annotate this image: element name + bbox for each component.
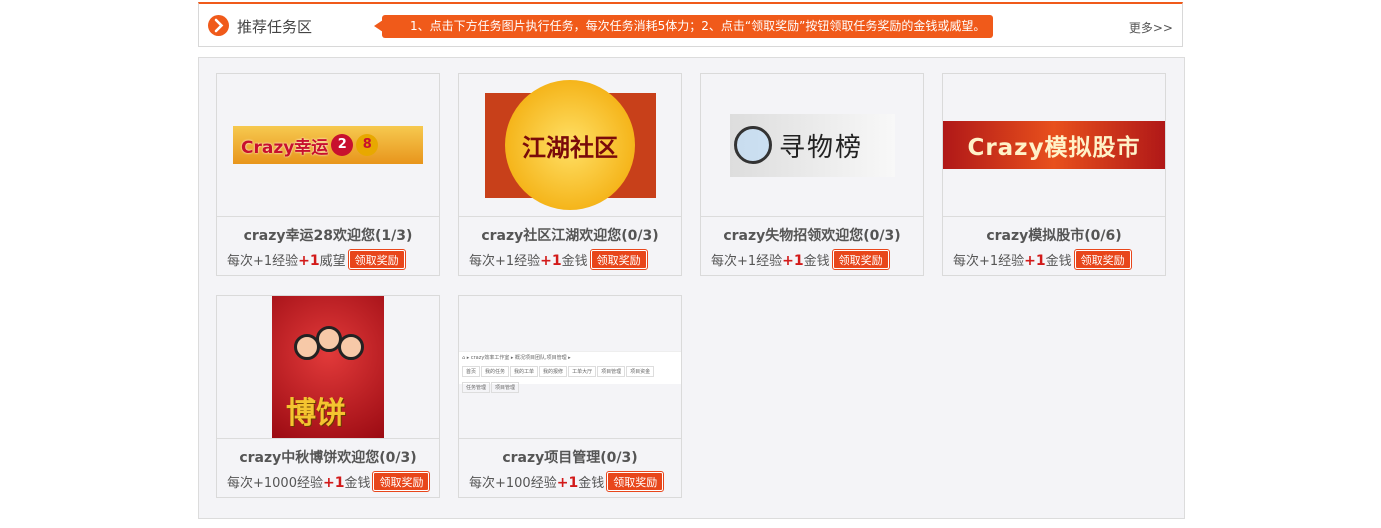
- task-card[interactable]: 博饼 crazy中秋博饼欢迎您(0/3) 每次+1000经验+1金钱 领取奖励: [216, 295, 440, 498]
- thumb-tab: 项目管理: [491, 381, 520, 393]
- reward-bonus: +1: [540, 253, 562, 269]
- task-reward: 每次+1经验+1金钱 领取奖励: [711, 249, 890, 270]
- reward-prefix: 每次+1经验: [711, 254, 783, 269]
- task-reward: 每次+100经验+1金钱 领取奖励: [469, 471, 665, 492]
- thumb-tab: 任务管理: [462, 381, 491, 393]
- mid-autumn-banner: 博饼: [272, 296, 384, 438]
- task-name: crazy项目管理(0/3): [502, 450, 638, 466]
- ball-icon: 2: [331, 134, 354, 156]
- task-reward: 每次+1000经验+1金钱 领取奖励: [227, 471, 431, 492]
- reward-bonus: +1: [1024, 253, 1046, 269]
- reward-unit: 威望: [319, 254, 346, 269]
- reward-bonus: +1: [298, 253, 320, 269]
- thumb-tab: 我的任务: [481, 365, 510, 377]
- reward-bonus: +1: [556, 475, 579, 491]
- banner-text: Crazy幸运: [241, 137, 329, 158]
- task-card[interactable]: ⌂ ▸ crazy效率工作室 ▸ 概况项目团队,项目管理 ▸ 首页 我的任务 我的工…: [458, 295, 682, 498]
- claim-reward-button[interactable]: 领取奖励: [372, 471, 431, 492]
- task-reward: 每次+1经验+1金钱 领取奖励: [953, 249, 1132, 270]
- lost-found-banner: 寻物榜: [729, 113, 895, 177]
- task-name: crazy幸运28欢迎您(1/3): [243, 228, 413, 244]
- banner-text: Crazy模拟股市: [967, 135, 1141, 161]
- reward-unit: 金钱: [561, 254, 588, 269]
- task-name: crazy失物招领欢迎您(0/3): [723, 228, 901, 244]
- task-reward: 每次+1经验+1金钱 领取奖励: [469, 249, 648, 270]
- task-card[interactable]: 寻物榜 crazy失物招领欢迎您(0/3) 每次+1经验+1金钱 领取奖励: [700, 73, 924, 276]
- recommended-tasks-header: 推荐任务区 1、点击下方任务图片执行任务，每次任务消耗5体力；2、点击“领取奖励…: [198, 2, 1183, 47]
- task-reward: 每次+1经验+1威望 领取奖励: [227, 249, 406, 270]
- task-name: crazy中秋博饼欢迎您(0/3): [239, 450, 417, 466]
- reward-unit: 金钱: [803, 254, 830, 269]
- reward-unit: 金钱: [344, 476, 371, 491]
- thumb-tab: 我的报修: [539, 365, 568, 377]
- jianghu-banner: 江湖社区: [484, 80, 656, 210]
- magnifier-icon: [733, 125, 772, 164]
- claim-reward-button[interactable]: 领取奖励: [606, 471, 665, 492]
- reward-prefix: 每次+1000经验: [227, 476, 323, 491]
- task-image[interactable]: Crazy模拟股市: [943, 74, 1165, 217]
- thumb-breadcrumb: ⌂ ▸ crazy效率工作室 ▸ 概况项目团队,项目管理 ▸: [462, 354, 571, 361]
- task-image[interactable]: Crazy幸运 2 8: [217, 74, 439, 217]
- reward-prefix: 每次+1经验: [469, 254, 541, 269]
- claim-reward-button[interactable]: 领取奖励: [347, 249, 406, 270]
- stock-market-banner: Crazy模拟股市: [943, 121, 1165, 169]
- cartoon-face-icon: [338, 333, 364, 360]
- task-card[interactable]: 江湖社区 crazy社区江湖欢迎您(0/3) 每次+1经验+1金钱 领取奖励: [458, 73, 682, 276]
- task-card[interactable]: Crazy幸运 2 8 crazy幸运28欢迎您(1/3) 每次+1经验+1威望…: [216, 73, 440, 276]
- claim-reward-button[interactable]: 领取奖励: [1073, 249, 1132, 270]
- task-name: crazy社区江湖欢迎您(0/3): [481, 228, 659, 244]
- banner-text: 寻物榜: [778, 132, 863, 163]
- more-link[interactable]: 更多>>: [1129, 19, 1173, 36]
- thumb-tabs: 首页 我的任务 我的工单 我的报修 工单大厅 项目管理 项目资金任务管理 项目管理: [462, 361, 678, 393]
- banner-text: 博饼: [286, 395, 346, 431]
- task-image[interactable]: 寻物榜: [701, 74, 923, 217]
- reward-unit: 金钱: [578, 476, 605, 491]
- ball-icon: 8: [356, 134, 379, 156]
- reward-prefix: 每次+1经验: [953, 254, 1025, 269]
- section-title: 推荐任务区: [237, 18, 313, 36]
- reward-prefix: 每次+1经验: [227, 254, 299, 269]
- reward-bonus: +1: [322, 475, 345, 491]
- task-grid: Crazy幸运 2 8 crazy幸运28欢迎您(1/3) 每次+1经验+1威望…: [198, 57, 1185, 519]
- banner-text: 江湖社区: [505, 80, 635, 210]
- thumb-tab: 项目资金: [626, 365, 655, 377]
- task-name: crazy模拟股市(0/6): [986, 228, 1122, 244]
- task-notice-banner: 1、点击下方任务图片执行任务，每次任务消耗5体力；2、点击“领取奖励”按钮领取任…: [373, 15, 994, 38]
- reward-bonus: +1: [782, 253, 804, 269]
- thumb-tab: 我的工单: [510, 365, 539, 377]
- chevron-right-icon: [208, 15, 229, 36]
- thumb-tab: 工单大厅: [568, 365, 597, 377]
- task-image[interactable]: ⌂ ▸ crazy效率工作室 ▸ 概况项目团队,项目管理 ▸ 首页 我的任务 我的工…: [459, 296, 681, 439]
- thumb-tab: 首页: [462, 365, 481, 377]
- lucky28-banner: Crazy幸运 2 8: [233, 126, 423, 164]
- claim-reward-button[interactable]: 领取奖励: [589, 249, 648, 270]
- claim-reward-button[interactable]: 领取奖励: [831, 249, 890, 270]
- reward-unit: 金钱: [1045, 254, 1072, 269]
- project-mgmt-thumbnail: ⌂ ▸ crazy效率工作室 ▸ 概况项目团队,项目管理 ▸ 首页 我的任务 我的工…: [459, 350, 681, 393]
- thumb-tab: 项目管理: [597, 365, 626, 377]
- task-card[interactable]: Crazy模拟股市 crazy模拟股市(0/6) 每次+1经验+1金钱 领取奖励: [942, 73, 1166, 276]
- task-image[interactable]: 博饼: [217, 296, 439, 439]
- reward-prefix: 每次+100经验: [469, 476, 557, 491]
- task-image[interactable]: 江湖社区: [459, 74, 681, 217]
